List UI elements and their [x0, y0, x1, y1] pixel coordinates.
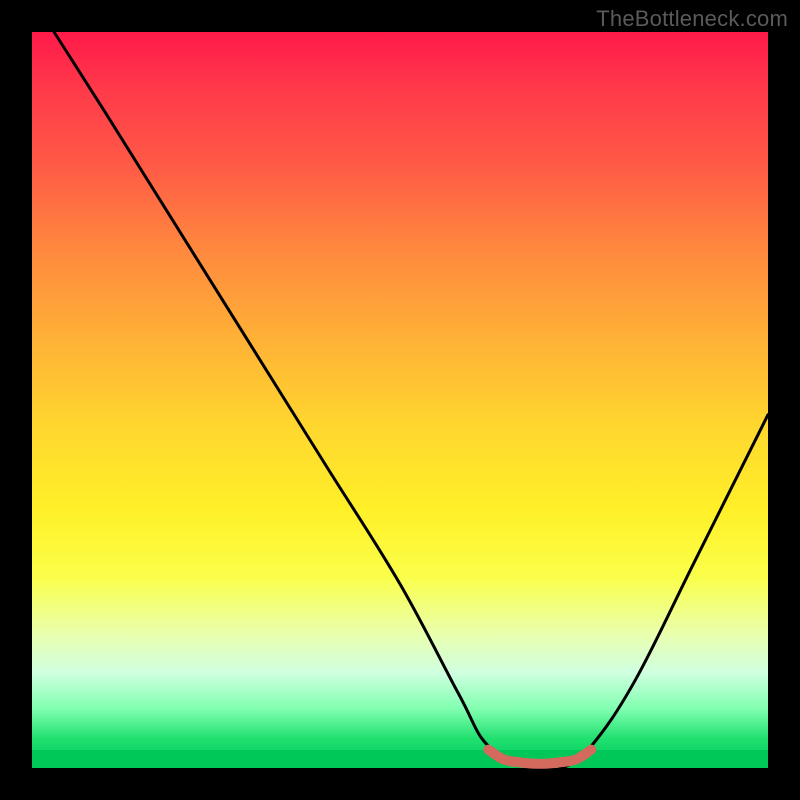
chart-plot-area	[32, 32, 768, 768]
chart-svg	[32, 32, 768, 768]
bottleneck-curve-path	[54, 32, 768, 771]
watermark-text: TheBottleneck.com	[596, 6, 788, 32]
optimal-range-marker	[488, 750, 591, 764]
